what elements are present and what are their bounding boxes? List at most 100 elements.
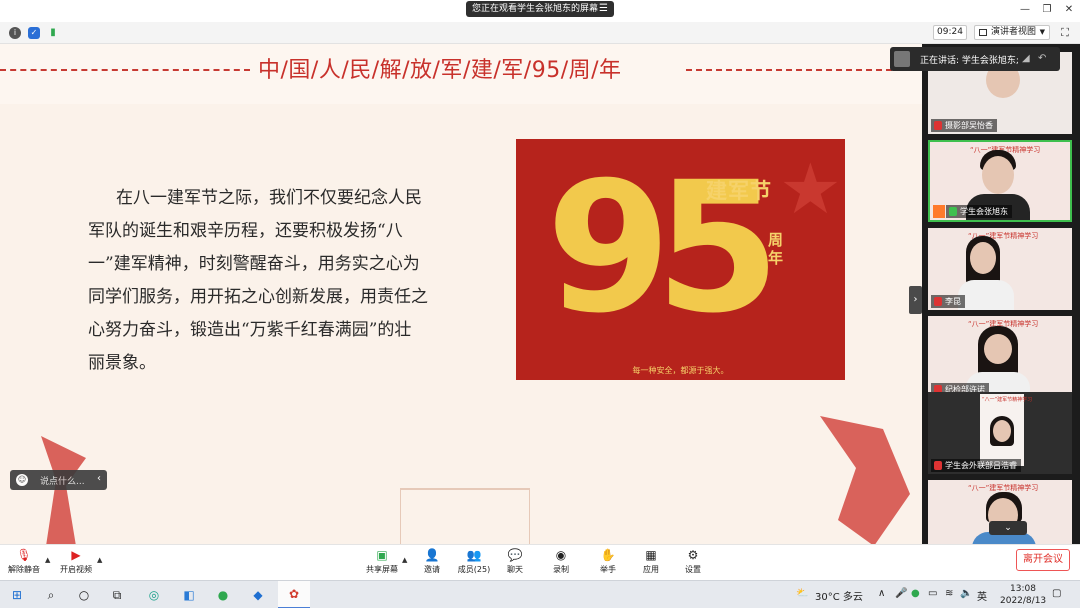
system-clock[interactable]: 13:08 2022/8/13 <box>1000 583 1046 607</box>
search-icon[interactable]: ⌕ <box>42 586 60 604</box>
battery-icon[interactable]: ▭ <box>928 588 937 599</box>
chevron-up-icon[interactable]: ∧ <box>878 588 885 599</box>
collapse-panel-button[interactable]: › <box>909 286 922 314</box>
chevron-up-icon[interactable]: ▲ <box>97 556 102 564</box>
record-icon: ◉ <box>555 548 567 562</box>
chevron-up-icon[interactable]: ▲ <box>402 556 407 564</box>
title-divider-right <box>686 69 922 71</box>
menu-icon[interactable]: ☰ <box>599 1 608 17</box>
mic-muted-icon <box>934 461 942 470</box>
meeting-timer: 09:24 <box>933 25 967 40</box>
invite-button[interactable]: 👤 邀请 <box>408 548 456 580</box>
sharing-banner[interactable]: 您正在观看学生会张旭东的屏幕 ☰ <box>466 1 614 17</box>
participant-name: 学生会张旭东 <box>946 205 1012 218</box>
app-icon: ✿ <box>288 587 300 601</box>
active-speaker-indicator: 正在讲话: 学生会张旭东; ◢ ↶ <box>890 47 1060 71</box>
avatar <box>982 156 1014 194</box>
app-icon[interactable]: ◎ <box>145 586 163 604</box>
participant-tile-active[interactable]: “八一”建军节精神学习 学生会张旭东 <box>928 140 1072 222</box>
avatar <box>984 334 1012 364</box>
raise-hand-button[interactable]: ✋ 举手 <box>584 548 632 580</box>
poster-headline: 建军节 <box>706 179 772 203</box>
chat-preview-text: 说点什么... <box>40 477 85 487</box>
share-screen-button[interactable]: ▣ 共享屏幕 <box>358 548 406 580</box>
pin-icon[interactable]: ◢ <box>1022 53 1034 65</box>
wechat-icon[interactable]: ● <box>214 586 232 604</box>
screen: 您正在观看学生会张旭东的屏幕 ☰ — ❐ ✕ i ✓ ▮ 09:24 演讲者视图… <box>0 0 1080 608</box>
emoji-icon[interactable]: ☺ <box>16 474 28 486</box>
weather-text[interactable]: 30°C 多云 <box>815 588 863 603</box>
speaker-view-label: 演讲者视图 <box>991 27 1037 37</box>
info-icon[interactable]: i <box>9 27 21 39</box>
mic-icon[interactable]: 🎤 <box>895 588 907 599</box>
fullscreen-icon[interactable]: ⛶ <box>1058 26 1072 40</box>
slide-paragraph: 在八一建军节之际，我们不仅要纪念人民军队的诞生和艰辛历程，还要积极发扬“八一”建… <box>88 188 428 373</box>
share-screen-icon: ▣ <box>376 548 388 562</box>
windows-start-icon[interactable]: ⊞ <box>8 586 26 604</box>
minimize-button[interactable]: — <box>1016 3 1034 17</box>
host-badge <box>933 205 945 218</box>
unmute-button[interactable]: 🎙 解除静音 <box>0 548 48 580</box>
window-title-bar: 您正在观看学生会张旭东的屏幕 ☰ — ❐ ✕ <box>0 0 1080 22</box>
close-button[interactable]: ✕ <box>1060 3 1078 17</box>
hand-icon: ✋ <box>600 548 616 562</box>
members-icon: 👥 <box>466 548 482 562</box>
record-button[interactable]: ◉ 录制 <box>537 548 585 580</box>
weather-icon[interactable]: ⛅ <box>796 588 808 599</box>
shield-icon[interactable]: ✓ <box>28 27 40 39</box>
chevron-left-icon[interactable]: ‹ <box>97 473 101 484</box>
notification-icon[interactable]: ▢ <box>1052 588 1061 599</box>
sharing-banner-text: 您正在观看学生会张旭东的屏幕 <box>472 4 599 14</box>
app-tray-icon[interactable]: ● <box>911 588 920 599</box>
apps-button[interactable]: ▦ 应用 <box>627 548 675 580</box>
apps-icon: ▦ <box>645 548 657 562</box>
tencent-meeting-icon[interactable]: ◆ <box>249 586 267 604</box>
leave-meeting-button[interactable]: 离开会议 <box>1016 549 1070 571</box>
participant-name: 学生会外联部吕浩睿 <box>931 459 1021 472</box>
tiananmen-silhouette <box>400 488 530 544</box>
active-app-tab[interactable]: ✿ <box>278 581 310 608</box>
video-off-icon: ▶ <box>71 548 81 562</box>
restore-button[interactable]: ❐ <box>1038 3 1056 17</box>
scroll-down-button[interactable]: ⌄ <box>989 521 1027 535</box>
chat-button[interactable]: 💬 聊天 <box>491 548 539 580</box>
chevron-down-icon: ▼ <box>1039 28 1045 36</box>
back-icon[interactable]: ↶ <box>1038 53 1050 65</box>
task-view-icon[interactable]: ⧉ <box>108 586 126 604</box>
settings-button[interactable]: ⚙ 设置 <box>669 548 717 580</box>
grid-icon <box>979 29 987 36</box>
participant-name: 摄影部吴怡香 <box>931 119 997 132</box>
volume-icon[interactable]: 🔈 <box>960 588 972 599</box>
gear-icon: ⚙ <box>687 548 699 562</box>
mic-on-icon <box>949 207 957 216</box>
windows-taskbar: ⊞ ⌕ ○ ⧉ ◎ ◧ ● ◆ ✿ ⛅ 30°C 多云 ∧ 🎤 ● ▭ ≋ 🔈 … <box>0 580 1080 608</box>
participant-tile[interactable]: “八一”建军节精神学习 学生会外联部吕浩睿 <box>928 392 1072 474</box>
speaker-view-button[interactable]: 演讲者视图 ▼ <box>974 25 1050 40</box>
shared-slide: 中/国/人/民/解/放/军/建/军/95/周/年 在八一建军节之际，我们不仅要纪… <box>0 44 922 544</box>
add-user-icon: 👤 <box>424 548 440 562</box>
participant-name: 李昆 <box>931 295 965 308</box>
participant-panel: 摄影部吴怡香 “八一”建军节精神学习 学生会张旭东 “八一”建军节精神学习 李昆… <box>922 44 1080 544</box>
avatar <box>970 242 996 274</box>
meeting-toolbar: i ✓ ▮ 09:24 演讲者视图 ▼ ⛶ <box>0 22 1080 44</box>
participant-tile[interactable]: “八一”建军节精神学习 李昆 <box>928 228 1072 310</box>
start-video-button[interactable]: ▶ 开启视频 <box>52 548 100 580</box>
flag-decoration-left <box>41 436 86 544</box>
chat-preview[interactable]: ☺ 说点什么... ‹ <box>10 470 107 490</box>
wifi-icon[interactable]: ≋ <box>945 588 953 599</box>
flag-decoration-right <box>820 416 910 544</box>
mic-muted-icon <box>934 121 942 130</box>
chevron-up-icon[interactable]: ▲ <box>45 556 50 564</box>
app-icon[interactable]: ◧ <box>180 586 198 604</box>
title-divider-left <box>0 69 250 71</box>
slide-title: 中/国/人/民/解/放/军/建/军/95/周/年 <box>258 58 622 83</box>
active-speaker-text: 正在讲话: 学生会张旭东; <box>920 56 1019 66</box>
avatar <box>993 420 1011 442</box>
anniversary-poster: ★ 95 建军节 周年 每一种安全，都源于强大。 <box>516 139 845 380</box>
star-icon: ★ <box>779 148 842 230</box>
ime-indicator[interactable]: 英 <box>977 588 987 603</box>
speaker-avatar <box>894 51 910 67</box>
cortana-icon[interactable]: ○ <box>75 586 93 604</box>
participant-tile[interactable]: “八一”建军节精神学习 纪检部许诺 <box>928 316 1072 398</box>
signal-icon[interactable]: ▮ <box>47 27 59 39</box>
